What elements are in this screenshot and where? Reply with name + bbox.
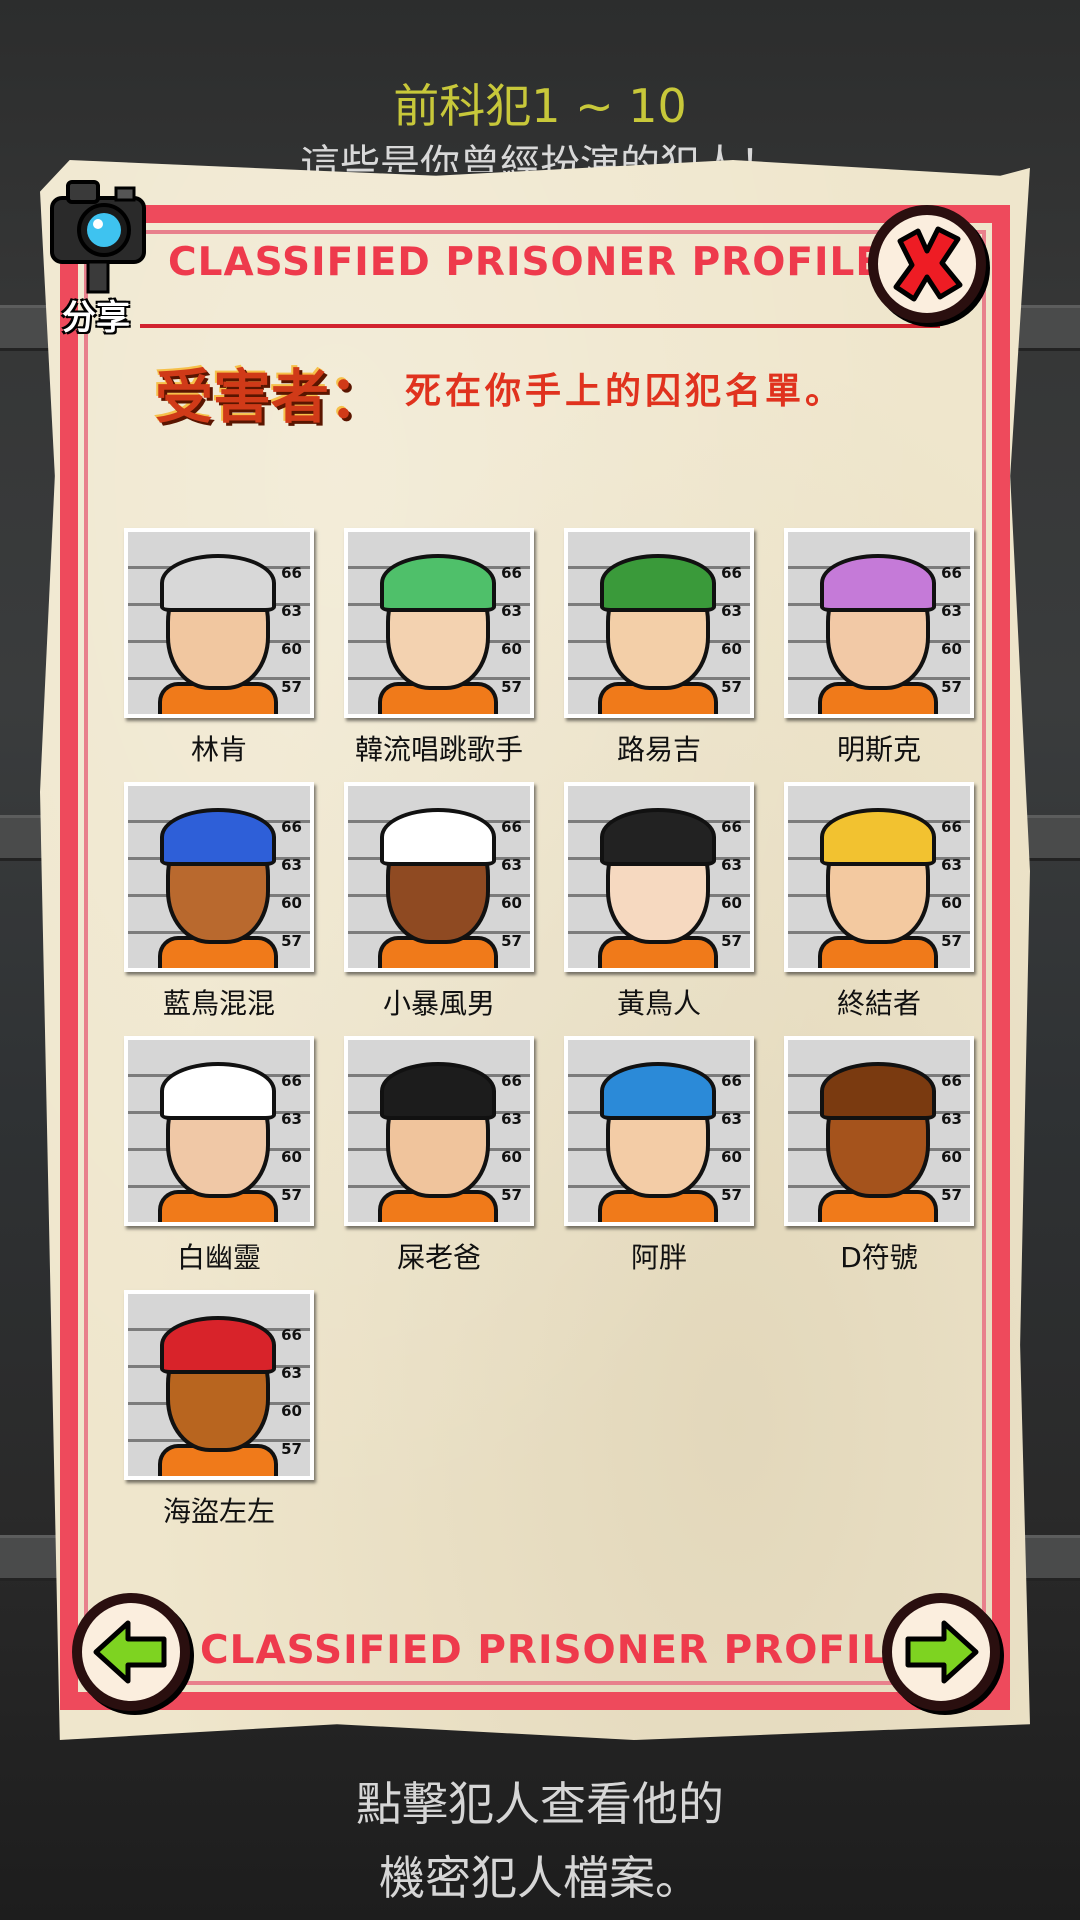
mugshot: 66 63 60 57 [564, 1036, 754, 1226]
prisoner-card[interactable]: 66 63 60 57 小暴風男 [344, 782, 534, 1022]
prisoner-card[interactable]: 66 63 60 57 藍鳥混混 [124, 782, 314, 1022]
mugshot: 66 63 60 57 [124, 1036, 314, 1226]
close-button[interactable] [868, 205, 986, 323]
prisoner-name: D符號 [840, 1241, 918, 1274]
mugshot: 66 63 60 57 [124, 1290, 314, 1480]
victims-description: 死在你手上的囚犯名單。 [405, 371, 846, 412]
footer-title: CLASSIFIED PRISONER PROFILE [200, 1628, 916, 1673]
mugshot: 66 63 60 57 [564, 528, 754, 718]
prisoner-card[interactable]: 66 63 60 57 明斯克 [784, 528, 974, 768]
prisoner-name: 黃鳥人 [616, 987, 701, 1020]
prisoner-name: 藍鳥混混 [162, 987, 275, 1020]
prisoner-card[interactable]: 66 63 60 57 D符號 [784, 1036, 974, 1276]
arrow-right-icon [905, 1620, 979, 1684]
prisoner-card[interactable]: 66 63 60 57 阿胖 [564, 1036, 754, 1276]
mugshot: 66 63 60 57 [344, 528, 534, 718]
close-icon [893, 226, 963, 302]
prisoner-card[interactable]: 66 63 60 57 白幽靈 [124, 1036, 314, 1276]
prisoner-card[interactable]: 66 63 60 57 海盜左左 [124, 1290, 314, 1530]
prisoner-name: 韓流唱跳歌手 [354, 733, 523, 766]
header-title: CLASSIFIED PRISONER PROFILE [168, 240, 884, 285]
prisoner-card[interactable]: 66 63 60 57 韓流唱跳歌手 [344, 528, 534, 768]
prisoner-card[interactable]: 66 63 60 57 屎老爸 [344, 1036, 534, 1276]
prisoner-card[interactable]: 66 63 60 57 終結者 [784, 782, 974, 1022]
instruction-line-1: 點擊犯人查看他的 [356, 1777, 724, 1831]
prisoner-card[interactable]: 66 63 60 57 黃鳥人 [564, 782, 754, 1022]
prisoner-name: 屎老爸 [396, 1241, 481, 1274]
prisoner-name: 明斯克 [836, 733, 921, 766]
mugshot: 66 63 60 57 [124, 528, 314, 718]
mugshot: 66 63 60 57 [784, 782, 974, 972]
arrow-left-icon [93, 1620, 167, 1684]
mugshot: 66 63 60 57 [784, 528, 974, 718]
prisoner-card[interactable]: 66 63 60 57 路易吉 [564, 528, 754, 768]
mugshot: 66 63 60 57 [564, 782, 754, 972]
prisoner-name: 路易吉 [616, 733, 701, 766]
mugshot: 66 63 60 57 [784, 1036, 974, 1226]
prisoner-name: 白幽靈 [176, 1241, 261, 1274]
previous-page-button[interactable] [72, 1593, 190, 1711]
prisoner-name: 海盜左左 [162, 1495, 275, 1528]
page-title: 前科犯1 ~ 10 [393, 79, 687, 133]
prisoner-name: 終結者 [836, 987, 921, 1020]
mugshot: 66 63 60 57 [124, 782, 314, 972]
share-label[interactable]: 分享 [62, 290, 130, 339]
instruction-line-2: 機密犯人檔案。 [379, 1851, 701, 1905]
next-page-button[interactable] [882, 1593, 1000, 1711]
mugshot: 66 63 60 57 [344, 782, 534, 972]
prisoner-card[interactable]: 66 63 60 57 林肯 [124, 528, 314, 768]
victims-label: 受害者： [155, 363, 388, 431]
prisoner-name: 阿胖 [630, 1241, 687, 1274]
mugshot: 66 63 60 57 [344, 1036, 534, 1226]
header-divider [140, 324, 940, 328]
camera-icon [50, 180, 146, 294]
prisoner-name: 小暴風男 [382, 987, 495, 1020]
prisoner-name: 林肯 [190, 733, 247, 766]
